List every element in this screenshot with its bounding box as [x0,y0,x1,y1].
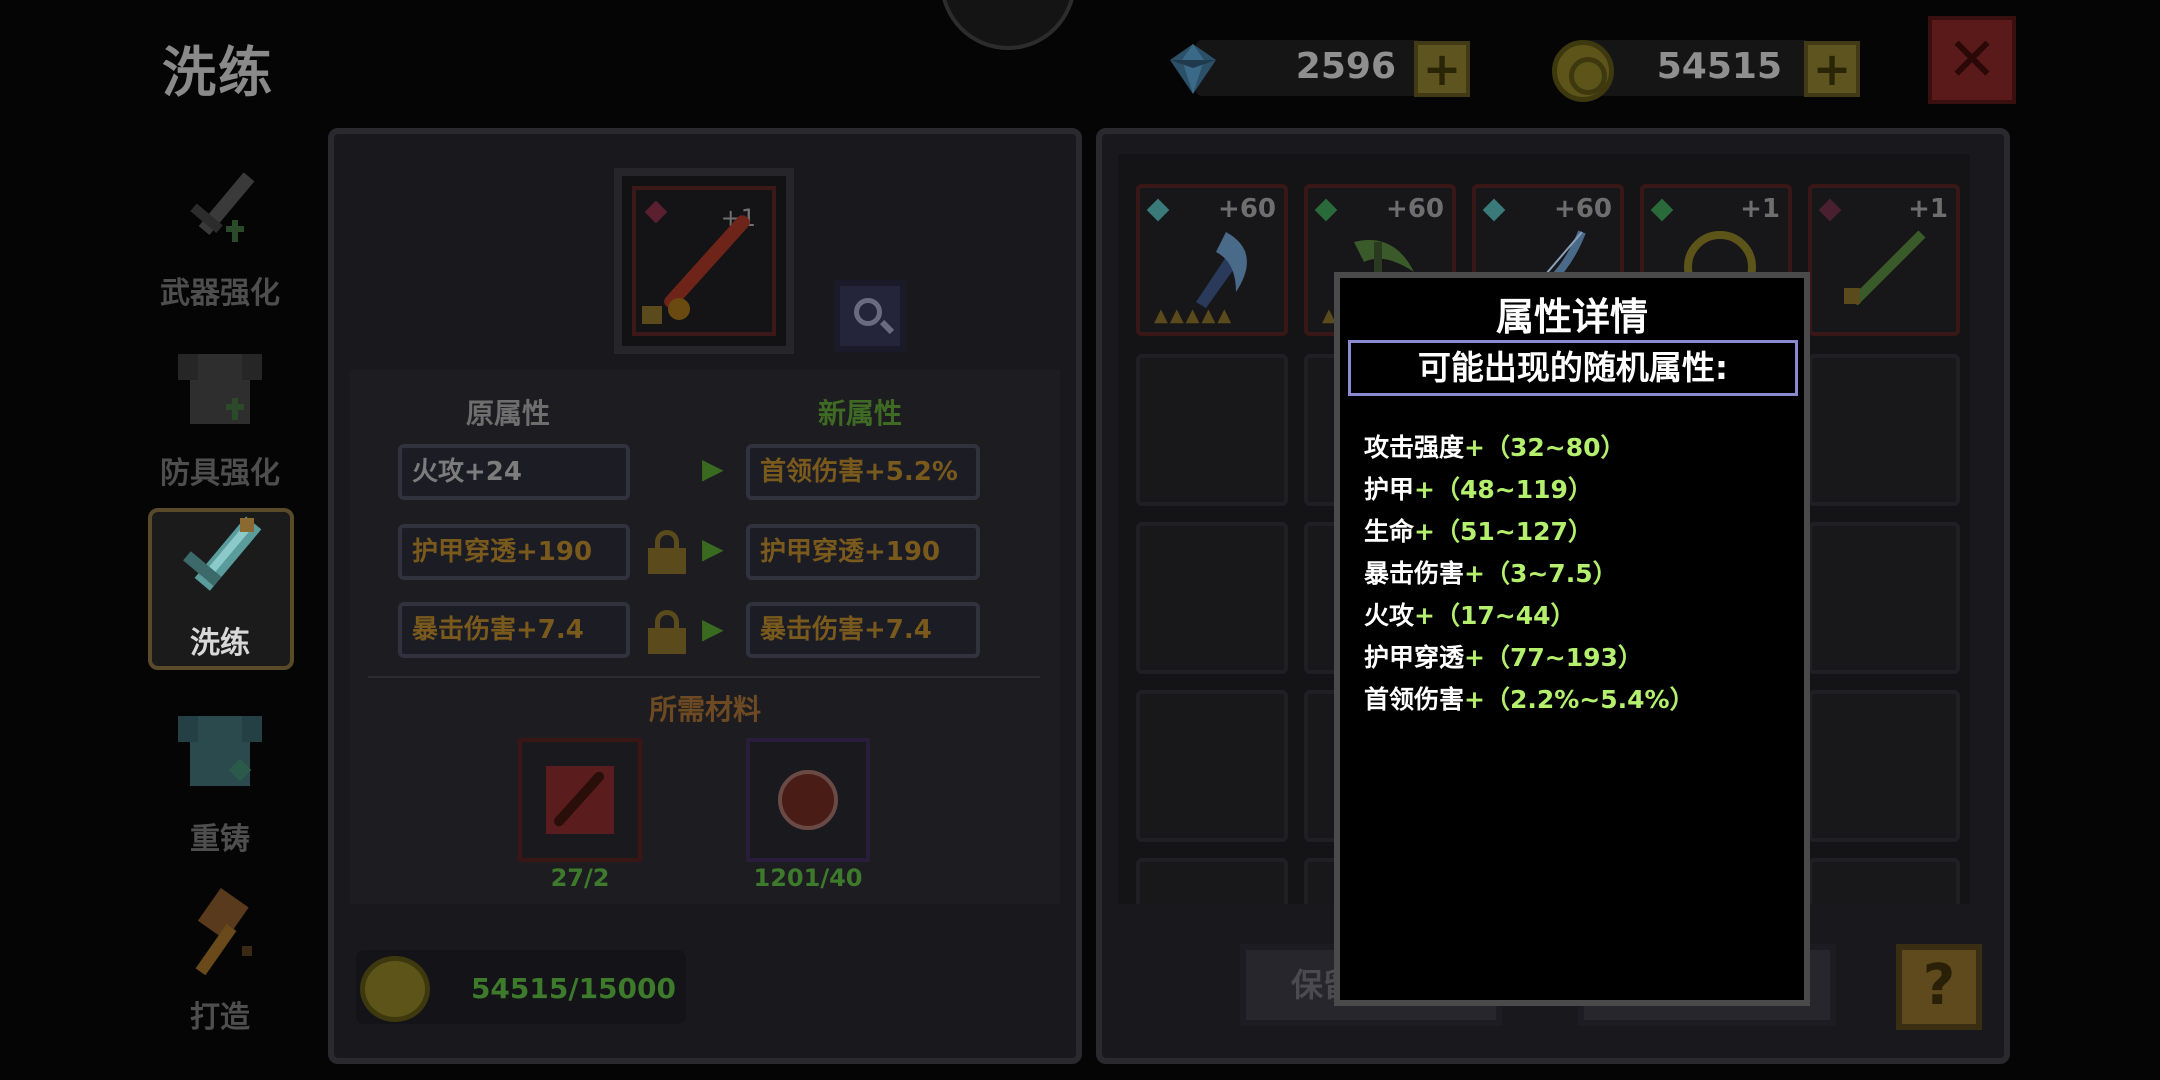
arrow-icon: ▶ [702,452,724,485]
item-level: +60 [1554,194,1612,224]
nav-label: 武器强化 [160,276,280,311]
lock-icon[interactable] [648,530,686,574]
gold-coin-icon [1552,40,1614,102]
gold-count: 54515 [1656,46,1782,87]
popup-attr-line: 护甲+（48~119） [1364,475,1593,504]
inventory-item[interactable]: +60 ▲▲▲▲▲ [1136,184,1288,336]
nav-recast[interactable]: 重铸 [150,706,290,866]
gem-count: 2596 [1295,46,1396,87]
divider [368,676,1040,678]
item-level: +60 [1386,194,1444,224]
lock-small-icon [642,306,662,324]
blue-axe-icon [1196,232,1247,308]
popup-subtitle: 可能出现的随机属性: [1348,340,1798,396]
gold-cost: 54515/15000 [470,972,676,1005]
popup-attr-line: 生命+（51~127） [1364,517,1593,546]
popup-attr-line: 火攻+（17~44） [1364,601,1576,630]
material-slot-2[interactable] [746,738,870,862]
empty-slot[interactable] [1808,522,1960,674]
armor-upgrade-icon [178,354,262,424]
empty-slot[interactable] [1136,522,1288,674]
gem-icon [1170,44,1216,94]
add-gold-button[interactable]: + [1804,41,1860,97]
nav-forge[interactable]: 打造 [150,884,290,1044]
lock-icon[interactable] [648,610,686,654]
nav-weapon-upgrade[interactable]: 武器强化 [150,160,290,320]
forge-hammer-icon [195,887,252,976]
old-attr-1: 火攻+24 [398,444,630,500]
reforge-stone-icon [778,770,838,830]
nav-label: 打造 [190,1000,250,1035]
magnify-button[interactable] [834,280,906,352]
material-count-1: 27/2 [550,864,610,892]
empty-slot[interactable] [1136,690,1288,842]
item-level: +1 [1740,194,1780,224]
old-attr-3: 暴击伤害+7.4 [398,602,630,658]
popup-attr-line: 暴击伤害+（3~7.5） [1364,559,1618,588]
red-staff-icon [661,212,753,312]
gold-coin-icon [360,956,430,1022]
page-title: 洗练 [162,41,274,104]
new-attr-2: 护甲穿透+190 [746,524,980,580]
nav-reforge[interactable]: 洗练 [150,510,290,670]
close-button[interactable]: ✕ [1928,16,2016,104]
popup-title: 属性详情 [1495,295,1648,339]
reforge-sword-icon [183,516,262,591]
empty-slot[interactable] [1808,858,1960,904]
popup-attr-line: 护甲穿透+（77~193） [1364,643,1643,672]
popup-attr-line: 首领伤害+（2.2%~5.4%） [1364,685,1695,714]
new-attr-header: 新属性 [818,397,903,430]
empty-slot[interactable] [1808,354,1960,506]
popup-attr-line: 攻击强度+（32~80） [1364,433,1626,462]
empty-slot[interactable] [1136,858,1288,904]
new-attr-3: 暴击伤害+7.4 [746,602,980,658]
nav-armor-upgrade[interactable]: 防具强化 [150,340,290,500]
item-level: +1 [1908,194,1948,224]
material-slot-1[interactable] [518,738,642,862]
sword-upgrade-icon [190,172,255,242]
nav-label: 洗练 [190,626,250,661]
old-attr-2: 护甲穿透+190 [398,524,630,580]
mascot-icon [940,0,1076,50]
equipment-slot[interactable]: +1 [614,168,794,354]
search-icon [854,298,882,326]
empty-slot[interactable] [1136,354,1288,506]
add-gems-button[interactable]: + [1414,41,1470,97]
item-level: +60 [1218,194,1276,224]
new-attr-1: 首领伤害+5.2% [746,444,980,500]
inventory-item[interactable]: +1 [1808,184,1960,336]
nav-label: 防具强化 [160,456,280,491]
nav-label: 重铸 [190,822,250,857]
old-attr-header: 原属性 [466,397,551,430]
empty-slot[interactable] [1808,690,1960,842]
green-staff-icon [1844,230,1926,306]
arrow-icon: ▶ [702,532,724,565]
help-button[interactable]: ? [1896,944,1982,1030]
arrow-icon: ▶ [702,612,724,645]
material-count-2: 1201/40 [753,864,863,892]
item-stars: ▲▲▲▲▲ [1154,305,1234,326]
